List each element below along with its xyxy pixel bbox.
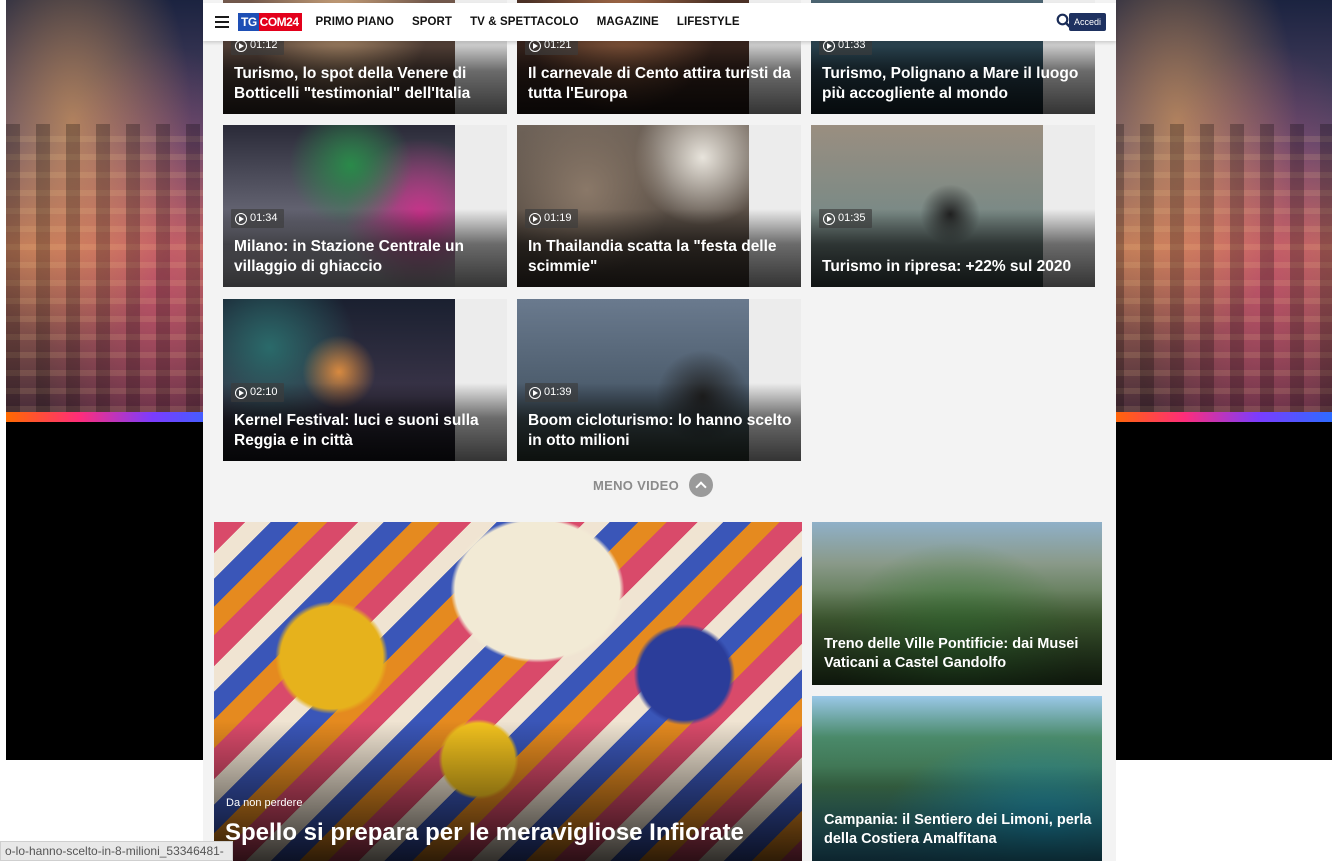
play-icon xyxy=(235,212,247,225)
play-icon xyxy=(823,39,835,52)
video-duration: 01:39 xyxy=(525,383,578,402)
feature-kicker: Da non perdere xyxy=(226,797,303,809)
less-videos-toggle[interactable]: MENO VIDEO xyxy=(593,473,714,497)
hamburger-menu-icon[interactable] xyxy=(215,16,229,28)
skin-stripe-right xyxy=(1110,412,1332,422)
video-card[interactable]: 01:35 Turismo in ripresa: +22% sul 2020 xyxy=(811,125,1095,287)
video-card[interactable]: 01:34 Milano: in Stazione Centrale un vi… xyxy=(223,125,507,287)
skin-art-right xyxy=(1110,0,1332,412)
featured-article[interactable]: Da non perdere Spello si prepara per le … xyxy=(214,522,802,861)
video-title: Turismo, lo spot della Venere di Bottice… xyxy=(234,65,471,102)
video-title: Milano: in Stazione Centrale un villaggi… xyxy=(234,238,464,275)
status-bar-url: o-lo-hanno-scelto-in-8-milioni_53346481- xyxy=(0,841,233,861)
page: TG COM24 PRIMO PIANO SPORT TV & SPETTACO… xyxy=(0,0,1335,861)
play-icon xyxy=(235,39,247,52)
side-story-title: Campania: il Sentiero dei Limoni, perla … xyxy=(824,812,1092,847)
nav-tv-spettacolo[interactable]: TV & SPETTACOLO xyxy=(470,16,579,28)
video-card[interactable]: 02:10 Kernel Festival: luci e suoni sull… xyxy=(223,299,507,461)
video-title: Boom cicloturismo: lo hanno scelto in ot… xyxy=(528,412,792,449)
logo-part-com24: COM24 xyxy=(258,13,302,31)
video-title: Turismo in ripresa: +22% sul 2020 xyxy=(822,258,1072,275)
video-title: Il carnevale di Cento attira turisti da … xyxy=(528,65,791,102)
video-duration: 01:34 xyxy=(231,209,284,228)
background-skin-left[interactable] xyxy=(6,0,226,760)
side-story-title: Treno delle Ville Pontificie: dai Musei … xyxy=(824,636,1079,671)
less-videos-label: MENO VIDEO xyxy=(593,477,680,493)
chevron-up-icon xyxy=(689,473,714,497)
video-card[interactable]: 01:39 Boom cicloturismo: lo hanno scelto… xyxy=(517,299,801,461)
video-card[interactable]: 01:19 In Thailandia scatta la "festa del… xyxy=(517,125,801,287)
video-duration: 01:35 xyxy=(819,209,872,228)
site-header: TG COM24 PRIMO PIANO SPORT TV & SPETTACO… xyxy=(203,3,1116,41)
side-story[interactable]: Treno delle Ville Pontificie: dai Musei … xyxy=(812,522,1102,685)
side-story[interactable]: Campania: il Sentiero dei Limoni, perla … xyxy=(812,696,1102,861)
login-button[interactable]: Accedi xyxy=(1068,13,1106,31)
main-nav: PRIMO PIANO SPORT TV & SPETTACOLO MAGAZI… xyxy=(316,16,758,28)
nav-primo-piano[interactable]: PRIMO PIANO xyxy=(316,16,394,28)
logo-part-tg: TG xyxy=(238,13,259,31)
skin-stripe-left xyxy=(6,412,226,422)
play-icon xyxy=(235,386,247,399)
play-icon xyxy=(529,39,541,52)
tgcom24-logo[interactable]: TG COM24 xyxy=(238,13,302,31)
video-duration: 02:10 xyxy=(231,383,284,402)
nav-lifestyle[interactable]: LIFESTYLE xyxy=(677,16,740,28)
video-duration: 01:19 xyxy=(525,209,578,228)
play-icon xyxy=(823,212,835,225)
feature-title: Spello si prepara per le meravigliose In… xyxy=(225,819,744,846)
skin-art-left xyxy=(6,0,226,412)
play-icon xyxy=(529,212,541,225)
video-title: Kernel Festival: luci e suoni sulla Regg… xyxy=(234,412,479,449)
main-column: TG COM24 PRIMO PIANO SPORT TV & SPETTACO… xyxy=(203,0,1116,861)
background-skin-right[interactable] xyxy=(1110,0,1332,760)
video-title: Turismo, Polignano a Mare il luogo più a… xyxy=(822,65,1079,102)
nav-magazine[interactable]: MAGAZINE xyxy=(597,16,659,28)
nav-sport[interactable]: SPORT xyxy=(412,16,452,28)
video-title: In Thailandia scatta la "festa delle sci… xyxy=(528,238,777,275)
play-icon xyxy=(529,386,541,399)
